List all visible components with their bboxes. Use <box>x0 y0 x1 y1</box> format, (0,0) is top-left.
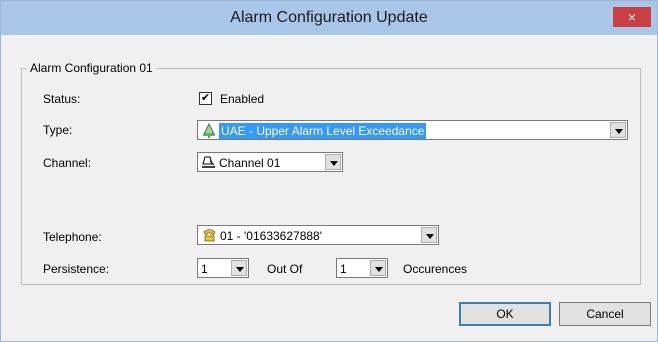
telephone-label: Telephone: <box>43 230 102 244</box>
alarm-configuration-group: Alarm Configuration 01 <box>21 61 641 285</box>
type-dropdown-arrow[interactable] <box>610 122 626 138</box>
group-legend: Alarm Configuration 01 <box>30 61 153 75</box>
channel-label: Channel: <box>43 156 92 170</box>
status-label: Status: <box>43 92 81 106</box>
telephone-icon <box>203 229 216 242</box>
telephone-select[interactable]: 01 - '01633627888' <box>197 225 439 245</box>
channel-select[interactable]: Channel 01 <box>197 152 343 172</box>
occurrences-selected-value: 1 <box>340 262 347 276</box>
alarm-configuration-dialog: Alarm Configuration Update × Alarm Confi… <box>0 0 658 342</box>
persistence-selected-value: 1 <box>201 262 208 276</box>
occurrences-dropdown-arrow[interactable] <box>370 260 386 276</box>
title-bar[interactable]: Alarm Configuration Update × <box>1 1 657 35</box>
alarm-bell-icon <box>203 123 215 138</box>
cancel-button[interactable]: Cancel <box>559 302 651 326</box>
occurrences-select[interactable]: 1 <box>336 258 388 278</box>
out-of-label: Out Of <box>267 262 303 276</box>
dialog-title: Alarm Configuration Update <box>230 9 428 26</box>
close-button[interactable]: × <box>613 7 651 27</box>
channel-dropdown-arrow[interactable] <box>325 154 341 170</box>
close-icon: × <box>627 9 637 25</box>
ok-button[interactable]: OK <box>459 302 551 326</box>
channel-selected-value: Channel 01 <box>219 156 281 170</box>
channel-bell-icon <box>202 156 215 168</box>
type-selected-value: UAE - Upper Alarm Level Exceedance <box>219 123 427 139</box>
type-select[interactable]: UAE - Upper Alarm Level Exceedance <box>197 120 628 140</box>
persistence-select[interactable]: 1 <box>197 258 249 278</box>
persistence-label: Persistence: <box>43 262 110 276</box>
occurrences-label: Occurences <box>403 262 468 276</box>
dialog-client-area: Alarm Configuration 01 Status: ✔ Enabled… <box>9 35 651 333</box>
check-icon: ✔ <box>200 92 211 104</box>
type-label: Type: <box>43 123 73 137</box>
status-enabled-label[interactable]: Enabled <box>220 92 264 106</box>
telephone-selected-value: 01 - '01633627888' <box>220 229 323 243</box>
persistence-dropdown-arrow[interactable] <box>231 260 247 276</box>
status-enabled-checkbox[interactable]: ✔ <box>199 92 212 105</box>
telephone-dropdown-arrow[interactable] <box>421 227 437 243</box>
